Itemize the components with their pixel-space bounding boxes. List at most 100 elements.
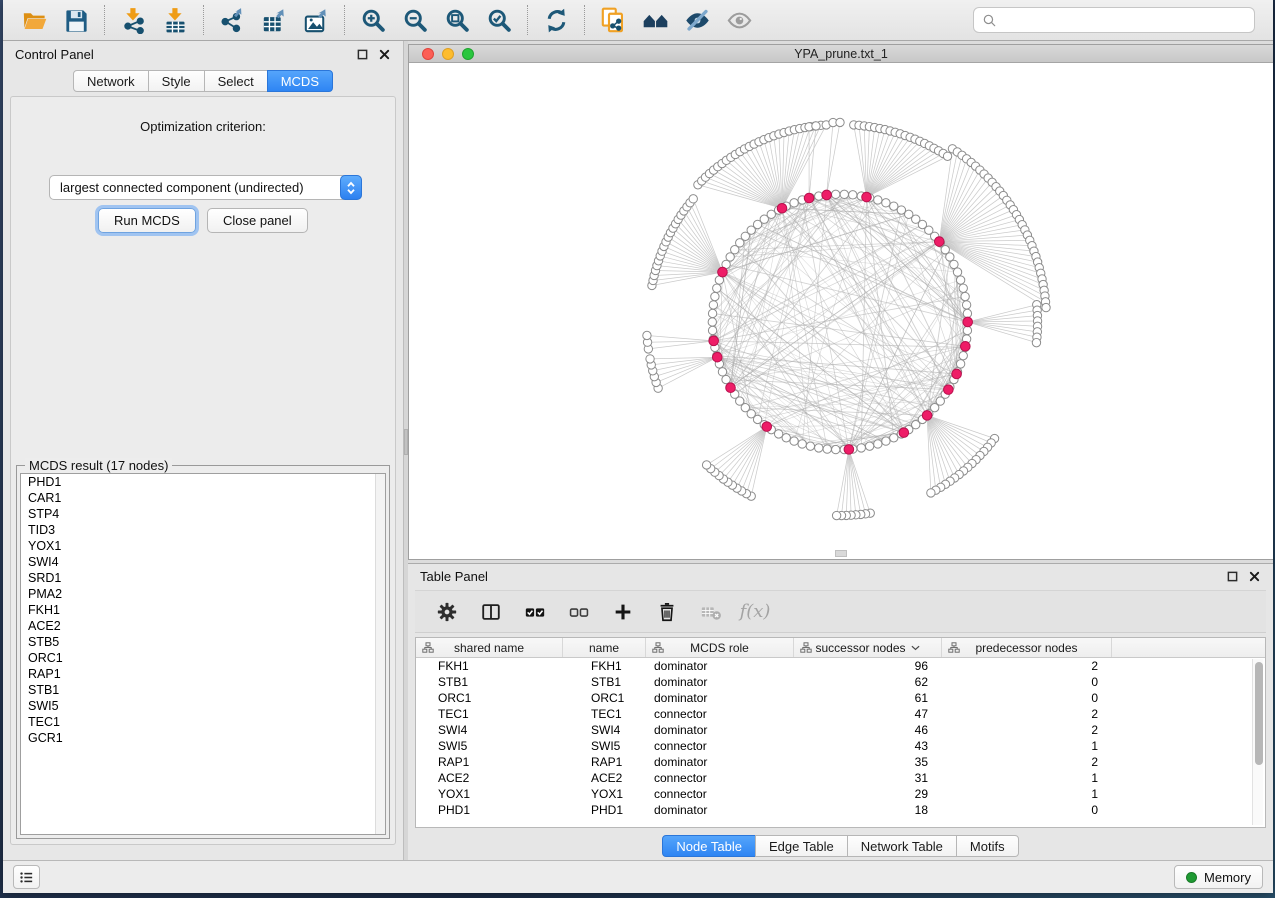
list-item[interactable]: TEC1 — [21, 714, 385, 730]
list-item[interactable]: CAR1 — [21, 490, 385, 506]
list-item[interactable]: SWI5 — [21, 698, 385, 714]
table-row[interactable]: YOX1YOX1connector291 — [416, 786, 1265, 802]
first-neighbors-button[interactable] — [634, 3, 676, 37]
splitter-grip[interactable] — [404, 429, 408, 455]
deselect-all-button[interactable] — [567, 600, 591, 624]
network-from-selection-button[interactable] — [592, 3, 634, 37]
tab-motifs[interactable]: Motifs — [956, 835, 1019, 857]
table-body: FKH1FKH1dominator962STB1STB1dominator620… — [416, 658, 1265, 818]
list-item[interactable]: FKH1 — [21, 602, 385, 618]
tab-select[interactable]: Select — [204, 70, 268, 92]
result-list-scrollbar[interactable] — [375, 474, 385, 834]
mcds-result-list[interactable]: PHD1CAR1STP4TID3YOX1SWI4SRD1PMA2FKH1ACE2… — [20, 473, 386, 835]
save-icon — [63, 7, 90, 34]
zoom-out-button[interactable] — [394, 3, 436, 37]
export-image-button[interactable] — [295, 3, 337, 37]
optimization-criterion-select[interactable]: largest connected component (undirected) — [49, 175, 362, 200]
table-panel-float-button[interactable] — [1226, 570, 1239, 583]
trash-button[interactable] — [655, 600, 679, 624]
list-item[interactable]: PMA2 — [21, 586, 385, 602]
hide-selected-button[interactable] — [676, 3, 718, 37]
table-cell: PHD1 — [563, 802, 646, 818]
tab-mcds[interactable]: MCDS — [267, 70, 333, 92]
list-item[interactable]: PHD1 — [21, 474, 385, 490]
table-row[interactable]: TEC1TEC1connector472 — [416, 706, 1265, 722]
horizontal-splitter-grip[interactable] — [835, 550, 847, 557]
toolbar-separator — [344, 5, 345, 35]
list-item[interactable]: STB1 — [21, 682, 385, 698]
open-button[interactable] — [13, 3, 55, 37]
tab-network[interactable]: Network — [73, 70, 149, 92]
table-scrollbar[interactable] — [1252, 659, 1263, 825]
table-toolbar: f(x) — [415, 590, 1266, 633]
zoom-selected-icon — [486, 7, 513, 34]
table-cell: 1 — [942, 786, 1112, 802]
select-stepper[interactable] — [340, 175, 362, 200]
tab-style[interactable]: Style — [148, 70, 205, 92]
import-network-button[interactable] — [112, 3, 154, 37]
refresh-button[interactable] — [535, 3, 577, 37]
table-row[interactable]: FKH1FKH1dominator962 — [416, 658, 1265, 674]
list-item[interactable]: STP4 — [21, 506, 385, 522]
list-item[interactable]: SRD1 — [21, 570, 385, 586]
gear-button[interactable] — [435, 600, 459, 624]
memory-button[interactable]: Memory — [1174, 865, 1263, 889]
table-cell: 31 — [794, 770, 942, 786]
list-item[interactable]: TID3 — [21, 522, 385, 538]
table-row[interactable]: PHD1PHD1dominator180 — [416, 802, 1265, 818]
tab-network-table[interactable]: Network Table — [847, 835, 957, 857]
zoom-fit-button[interactable] — [436, 3, 478, 37]
zoom-selected-button[interactable] — [478, 3, 520, 37]
search-input[interactable] — [1003, 13, 1247, 28]
column-header-shared-name[interactable]: shared name — [416, 638, 563, 657]
zoom-in-button[interactable] — [352, 3, 394, 37]
table-row[interactable]: SWI5SWI5connector431 — [416, 738, 1265, 754]
tab-edge-table[interactable]: Edge Table — [755, 835, 848, 857]
show-panels-button[interactable] — [13, 865, 40, 889]
network-from-selection-icon — [600, 7, 627, 34]
export-table-button[interactable] — [253, 3, 295, 37]
list-item[interactable]: ORC1 — [21, 650, 385, 666]
show-all-button[interactable] — [718, 3, 760, 37]
save-button[interactable] — [55, 3, 97, 37]
list-item[interactable]: STB5 — [21, 634, 385, 650]
select-all-button[interactable] — [523, 600, 547, 624]
table-row[interactable]: SWI4SWI4dominator462 — [416, 722, 1265, 738]
import-table-button[interactable] — [154, 3, 196, 37]
network-window-titlebar[interactable]: YPA_prune.txt_1 — [409, 45, 1273, 63]
list-item[interactable]: RAP1 — [21, 666, 385, 682]
column-header-name[interactable]: name — [563, 638, 646, 657]
column-header-successor-nodes[interactable]: successor nodes — [794, 638, 942, 657]
list-item[interactable]: YOX1 — [21, 538, 385, 554]
table-cell: 62 — [794, 674, 942, 690]
run-mcds-button[interactable]: Run MCDS — [98, 208, 196, 233]
list-item[interactable]: SWI4 — [21, 554, 385, 570]
add-button[interactable] — [611, 600, 635, 624]
tab-node-table[interactable]: Node Table — [662, 835, 756, 857]
column-header-MCDS-role[interactable]: MCDS role — [646, 638, 794, 657]
control-panel-close-button[interactable] — [378, 48, 391, 61]
control-panel-float-button[interactable] — [356, 48, 369, 61]
table-panel-close-button[interactable] — [1248, 570, 1261, 583]
export-network-button[interactable] — [211, 3, 253, 37]
table-row[interactable]: ORC1ORC1dominator610 — [416, 690, 1265, 706]
scrollbar-thumb[interactable] — [1255, 662, 1263, 765]
open-icon — [21, 7, 48, 34]
list-item[interactable]: GCR1 — [21, 730, 385, 746]
table-cell: connector — [646, 786, 794, 802]
columns-button[interactable] — [479, 600, 503, 624]
close-panel-button[interactable]: Close panel — [207, 208, 308, 233]
table-cell: PHD1 — [416, 802, 563, 818]
list-item[interactable]: ACE2 — [21, 618, 385, 634]
network-graph[interactable] — [409, 63, 1273, 559]
toolbar-separator — [203, 5, 204, 35]
search-box[interactable] — [973, 7, 1255, 33]
table-row[interactable]: ACE2ACE2connector311 — [416, 770, 1265, 786]
table-cell: connector — [646, 738, 794, 754]
column-label: shared name — [454, 641, 524, 655]
network-canvas[interactable] — [409, 63, 1273, 559]
table-row[interactable]: STB1STB1dominator620 — [416, 674, 1265, 690]
table-row[interactable]: RAP1RAP1dominator352 — [416, 754, 1265, 770]
column-header-predecessor-nodes[interactable]: predecessor nodes — [942, 638, 1112, 657]
show-all-icon — [726, 7, 753, 34]
